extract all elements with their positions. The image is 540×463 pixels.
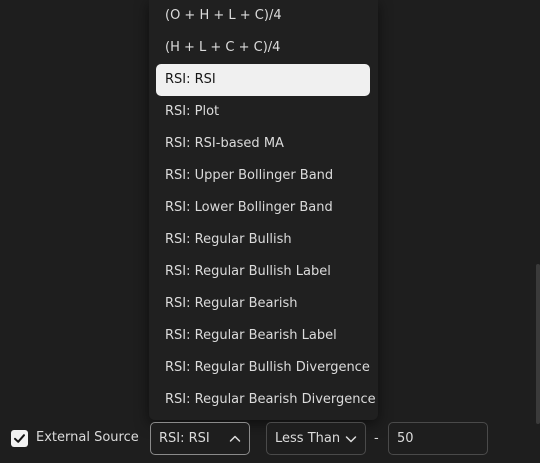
indicator-settings-panel: (O + H + L + C)/4 (H + L + C + C)/4 RSI:… [0, 0, 540, 463]
dropdown-item-hlcc4[interactable]: (H + L + C + C)/4 [156, 32, 370, 64]
source-dropdown-menu: (O + H + L + C)/4 (H + L + C + C)/4 RSI:… [149, 0, 378, 420]
dropdown-item-rsi-based-ma[interactable]: RSI: RSI-based MA [156, 128, 370, 160]
dropdown-item-regular-bearish[interactable]: RSI: Regular Bearish [156, 288, 370, 320]
external-source-checkbox[interactable] [11, 430, 28, 447]
dropdown-item-upper-bollinger-band[interactable]: RSI: Upper Bollinger Band [156, 160, 370, 192]
dropdown-item-ohlc4[interactable]: (O + H + L + C)/4 [156, 0, 370, 32]
dropdown-item-rsi-rsi[interactable]: RSI: RSI [156, 64, 370, 96]
source-select-value: RSI: RSI [159, 431, 210, 446]
dropdown-item-rsi-plot[interactable]: RSI: Plot [156, 96, 370, 128]
chevron-down-icon [345, 436, 357, 443]
dropdown-item-regular-bullish-divergence[interactable]: RSI: Regular Bullish Divergence [156, 352, 370, 384]
chevron-up-icon [229, 435, 241, 442]
dropdown-item-regular-bearish-divergence[interactable]: RSI: Regular Bearish Divergence [156, 384, 376, 416]
dropdown-item-regular-bearish-label[interactable]: RSI: Regular Bearish Label [156, 320, 370, 352]
source-select[interactable]: RSI: RSI [150, 422, 250, 455]
checkmark-icon [14, 434, 25, 443]
dropdown-item-regular-bullish-label[interactable]: RSI: Regular Bullish Label [156, 256, 370, 288]
condition-select-value: Less Than [275, 431, 341, 446]
condition-select[interactable]: Less Than [266, 422, 366, 455]
threshold-input[interactable] [388, 422, 488, 455]
external-source-label: External Source [36, 430, 139, 445]
dropdown-item-regular-bullish[interactable]: RSI: Regular Bullish [156, 224, 370, 256]
range-separator: - [374, 431, 379, 446]
dropdown-item-lower-bollinger-band[interactable]: RSI: Lower Bollinger Band [156, 192, 370, 224]
panel-scrollbar[interactable] [536, 264, 540, 424]
